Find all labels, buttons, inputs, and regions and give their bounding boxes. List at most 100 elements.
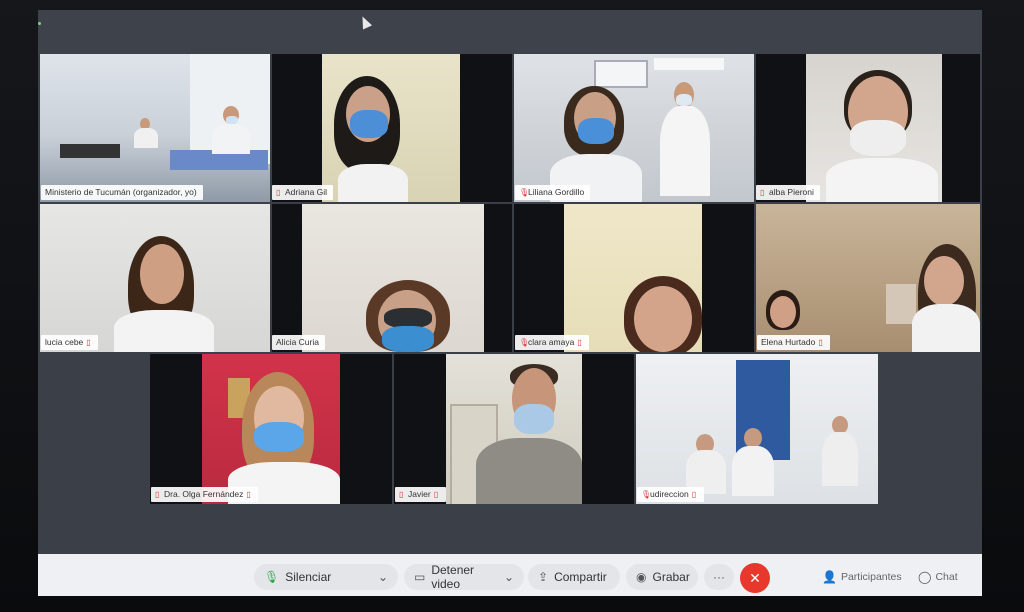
poster [886,284,916,324]
window [594,60,648,88]
video-tile-clara[interactable]: 🎙 clara amaya ▯ [514,204,754,352]
banner [736,360,790,460]
letterbox-left [272,54,322,202]
letterbox-left [514,204,564,352]
face-mask [676,94,692,106]
participant-body [338,164,408,202]
stop-video-button[interactable]: ▭ Detener video ⌄ [404,563,524,591]
participant-body [212,124,250,154]
more-label: ··· [713,570,725,584]
participant-body [912,304,980,352]
participant-head [140,244,184,304]
face-mask [382,326,434,352]
letterbox-right [460,54,512,202]
letterbox-right [942,54,980,202]
participant-name-label: Alicia Curia [272,335,325,350]
more-options-button[interactable]: ··· [704,564,734,590]
chevron-down-icon[interactable]: ⌄ [504,570,514,584]
mic-icon: ▯ [399,490,404,499]
letterbox-left [394,354,446,504]
mic-icon: ▯ [691,490,697,499]
video-tile-adriana[interactable]: ▯ Adriana Gil [272,54,512,202]
letterbox-left [150,354,202,504]
face-mask [578,118,614,144]
video-tile-lucia[interactable]: lucia cebe ▯ [40,204,270,352]
desk [60,144,120,158]
participant-body [114,310,214,352]
video-tile-organizer[interactable]: Ministerio de Tucumán (organizador, yo) [40,54,270,202]
mic-icon: ▯ [760,188,765,197]
mic-icon: ▯ [818,338,823,347]
camera-icon: ▭ [414,570,426,584]
participant-head [744,428,762,448]
participant-body [732,446,774,496]
face-mask [226,116,238,124]
share-button[interactable]: ⇪ Compartir [528,564,620,590]
participant-name-label: ▯ Javier ▯ [395,487,446,502]
participant-head [770,296,796,328]
meeting-toolbar: 🎙 Silenciar ⌄ ▭ Detener video ⌄ ⇪ Compar… [38,554,982,596]
chat-icon: ◯ [918,570,932,584]
share-label: Compartir [554,570,607,584]
participant-name-label: Elena Hurtado ▯ [757,335,831,350]
participant-body [660,106,710,196]
video-tile-elena[interactable]: Elena Hurtado ▯ [756,204,980,352]
mic-icon: ▯ [276,188,281,197]
participant-name-label: ▯ Dra. Olga Fernández ▯ [151,487,259,502]
participant-body [822,432,858,486]
chat-label: Chat [935,571,958,583]
participant-name-label: Ministerio de Tucumán (organizador, yo) [41,185,203,200]
mic-icon: 🎙 [519,188,530,197]
air-conditioner [654,58,724,70]
video-label: Detener video [431,563,475,591]
participant-head [634,286,692,352]
participant-name-label: ▯ alba Pieroni [756,185,820,200]
participant-name-label: 🎙 udireccion ▯ [637,487,704,502]
video-tile-udireccion[interactable]: 🎙 udireccion ▯ [636,354,878,504]
letterbox-left [272,204,302,352]
mic-icon: 🎙 [519,338,530,347]
mic-icon: ▯ [155,490,160,499]
participants-label: Participantes [840,571,902,583]
video-tile-olga[interactable]: ▯ Dra. Olga Fernández ▯ [150,354,392,504]
video-tile-alicia[interactable]: Alicia Curia [272,204,512,352]
record-button[interactable]: ◉ Grabar [626,564,698,590]
chat-button[interactable]: ◯ Chat [918,564,958,590]
video-tile-javier[interactable]: ▯ Javier ▯ [394,354,634,504]
participant-body [134,128,158,148]
face-mask [254,422,304,452]
chevron-down-icon[interactable]: ⌄ [378,570,388,584]
letterbox-left [756,54,806,202]
mouse-cursor-icon [357,14,373,30]
top-bar [38,10,982,54]
participant-name-label: 🎙 Liliana Gordillo [515,185,591,200]
participant-name-label: ▯ Adriana Gil [272,185,334,200]
mic-icon: ▯ [433,490,439,499]
video-tile-alba[interactable]: ▯ alba Pieroni [756,54,980,202]
video-tile-liliana[interactable]: 🎙 Liliana Gordillo [514,54,754,202]
people-icon: 👤 [822,570,837,584]
participant-head [924,256,964,306]
participant-name-label: 🎙 clara amaya ▯ [515,335,590,350]
share-icon: ⇪ [538,570,549,584]
participants-button[interactable]: 👤 Participantes [822,564,902,590]
letterbox-right [582,354,634,504]
face-mask [350,110,388,138]
mic-icon: ▯ [246,490,251,499]
mute-button[interactable]: 🎙 Silenciar ⌄ [254,564,398,590]
face-mask [514,404,554,434]
participant-body [476,438,582,504]
mic-icon: 🎙 [264,570,280,584]
letterbox-right [484,204,512,352]
mic-icon: ▯ [577,338,582,347]
participant-body [826,158,938,202]
mute-label: Silenciar [285,570,332,584]
letterbox-right [340,354,392,504]
mic-icon: ▯ [86,338,91,347]
meeting-window: Ministerio de Tucumán (organizador, yo) … [38,10,982,596]
glasses [384,308,432,328]
close-icon: ✕ [749,569,761,586]
record-icon: ◉ [636,570,647,584]
face-mask [850,120,906,156]
end-call-button[interactable]: ✕ [740,563,770,593]
